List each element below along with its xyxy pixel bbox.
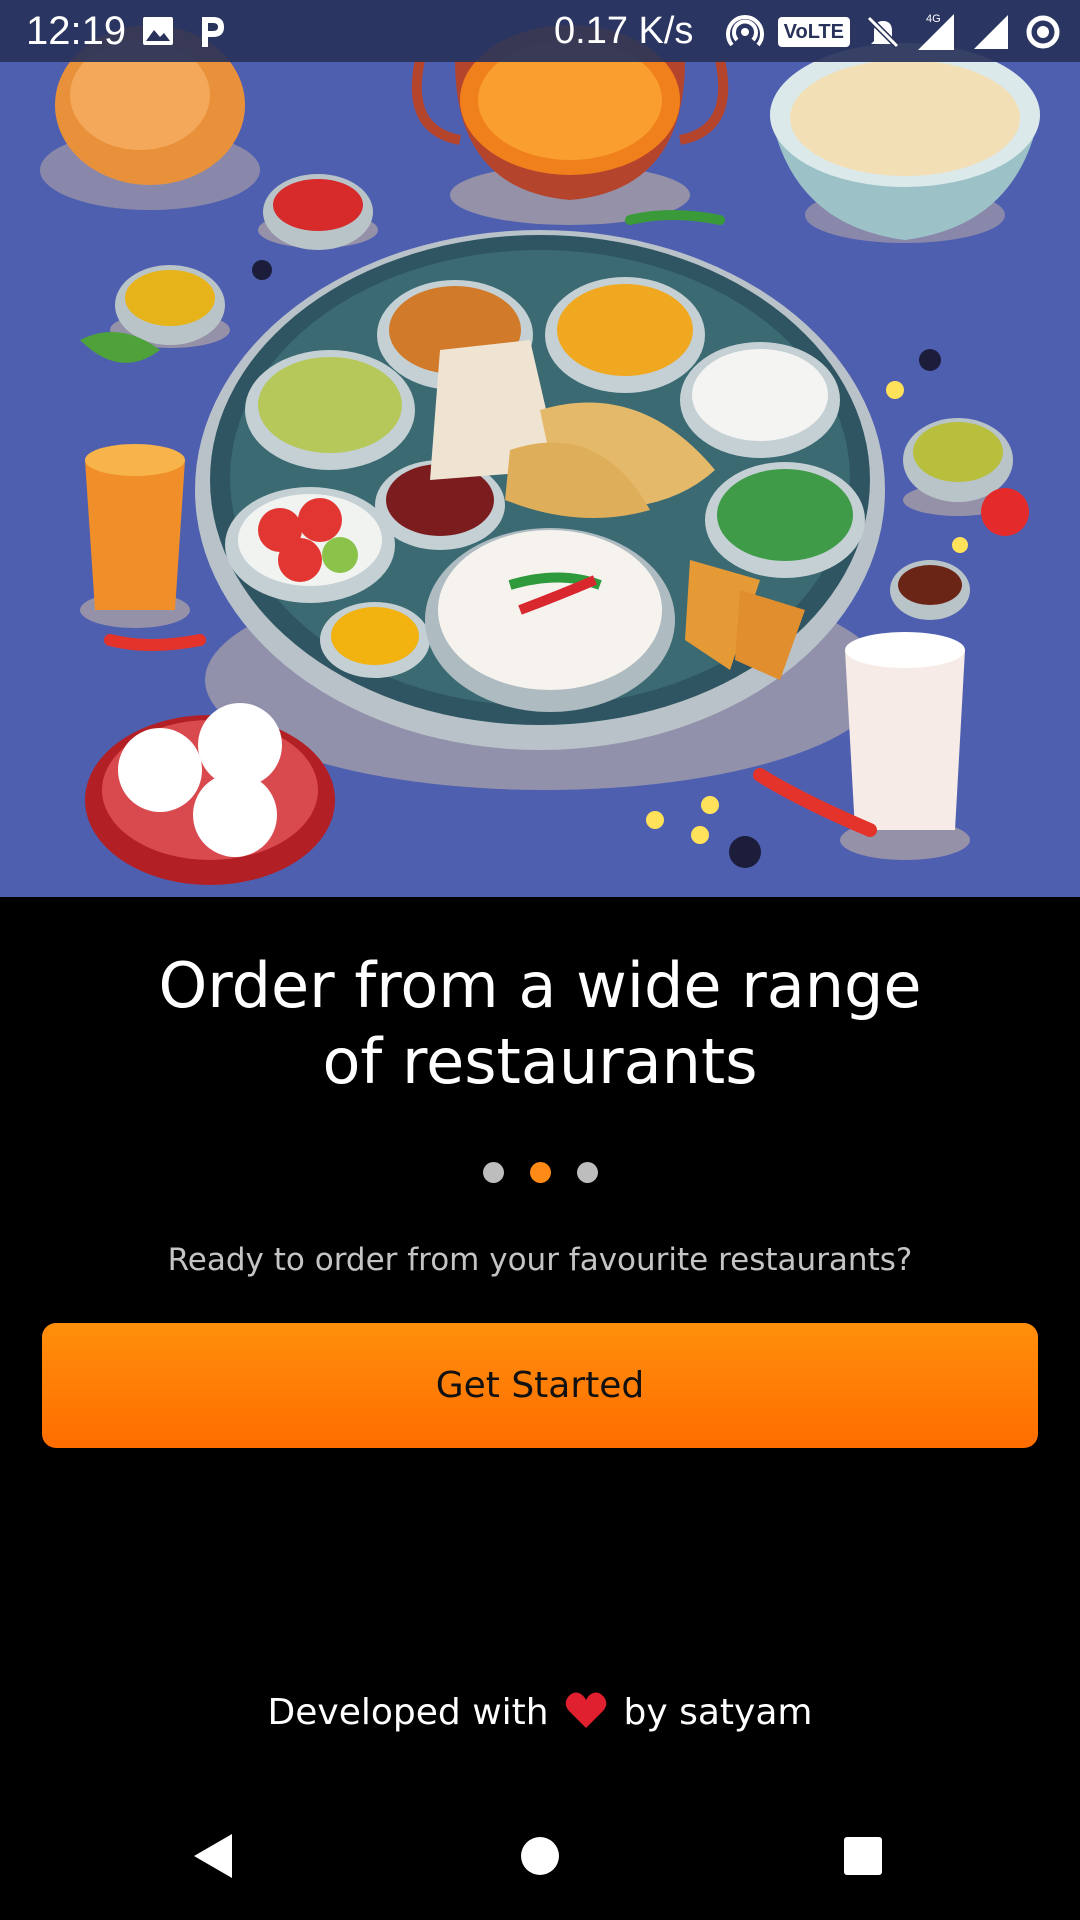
signal-icon-2 bbox=[974, 15, 1008, 49]
network-speed: 0.17 K/s bbox=[554, 10, 694, 52]
mute-icon bbox=[866, 15, 900, 49]
nav-home-button[interactable] bbox=[500, 1816, 580, 1896]
credit-prefix: Developed with bbox=[267, 1692, 549, 1733]
onboarding-headline: Order from a wide range of restaurants bbox=[158, 949, 922, 1098]
nav-back-button[interactable] bbox=[174, 1816, 254, 1896]
network-type-label: 4G bbox=[926, 13, 941, 25]
navigation-bar bbox=[0, 1794, 1080, 1920]
food-thali-illustration bbox=[0, 0, 1080, 897]
page-dot-3[interactable] bbox=[576, 1162, 598, 1183]
nav-recents-button[interactable] bbox=[823, 1816, 903, 1896]
status-right-icons: VoLTE 4G bbox=[725, 12, 1062, 52]
recents-icon bbox=[844, 1837, 882, 1875]
get-started-button[interactable]: Get Started bbox=[42, 1323, 1038, 1448]
credit-suffix: by satyam bbox=[623, 1692, 813, 1733]
hotspot-icon bbox=[725, 15, 764, 47]
back-icon bbox=[194, 1834, 232, 1878]
parking-app-icon bbox=[202, 17, 224, 47]
volte-icon: VoLTE bbox=[777, 17, 850, 47]
home-icon bbox=[521, 1837, 559, 1875]
status-left-icons bbox=[142, 14, 226, 48]
page-dot-2-active[interactable] bbox=[529, 1162, 551, 1183]
sync-icon bbox=[1026, 15, 1060, 49]
hero-illustration bbox=[0, 0, 1080, 897]
signal-icon: 4G bbox=[918, 13, 954, 50]
page-dot-1[interactable] bbox=[482, 1162, 504, 1183]
status-time: 12:19 bbox=[26, 9, 127, 53]
onboarding-subtitle: Ready to order from your favourite resta… bbox=[167, 1242, 913, 1278]
page-indicator bbox=[0, 1162, 1080, 1183]
heart-icon bbox=[565, 1692, 607, 1728]
onboarding-screen: 12:19 0.17 K/s VoLTE 4G Order from a wid… bbox=[0, 0, 1080, 1920]
image-icon bbox=[143, 17, 173, 45]
developer-credit: Developed with by satyam bbox=[0, 1688, 1080, 1738]
status-bar: 12:19 0.17 K/s VoLTE 4G bbox=[0, 0, 1080, 62]
